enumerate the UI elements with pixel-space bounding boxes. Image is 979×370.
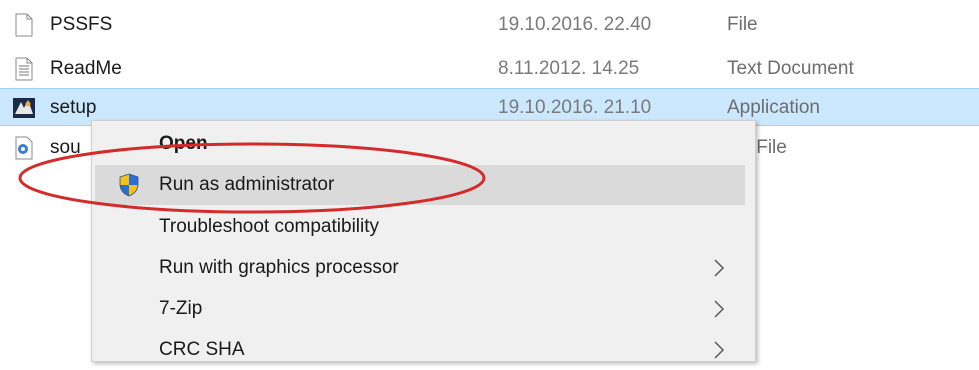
- context-menu: Open Run as administrator Troubleshoot c…: [91, 120, 756, 362]
- chevron-right-icon: [714, 300, 725, 318]
- menu-item-crc-sha[interactable]: CRC SHA: [95, 330, 745, 370]
- menu-item-open[interactable]: Open: [95, 124, 745, 164]
- menu-item-label: Run as administrator: [159, 174, 335, 195]
- blank-file-icon: [15, 13, 33, 37]
- text-document-icon: [15, 57, 33, 81]
- menu-item-label: Troubleshoot compatibility: [159, 216, 380, 237]
- file-row[interactable]: ReadMe 8.11.2012. 14.25 Text Document: [0, 50, 979, 88]
- chevron-right-icon: [714, 341, 725, 359]
- chevron-right-icon: [714, 259, 725, 277]
- uac-shield-icon: [119, 173, 139, 197]
- file-type: File: [727, 14, 758, 35]
- audio-file-icon: [15, 136, 33, 160]
- menu-item-label: Open: [159, 133, 208, 154]
- menu-item-label: 7-Zip: [159, 298, 203, 319]
- file-name: sou: [50, 137, 81, 158]
- menu-item-7-zip[interactable]: 7-Zip: [95, 289, 745, 329]
- file-row[interactable]: PSSFS 19.10.2016. 22.40 File: [0, 6, 979, 44]
- menu-item-run-with-graphics-processor[interactable]: Run with graphics processor: [95, 248, 745, 288]
- file-name: PSSFS: [50, 14, 113, 35]
- menu-item-run-as-administrator[interactable]: Run as administrator: [95, 165, 745, 205]
- menu-item-label: Run with graphics processor: [159, 257, 399, 278]
- file-type: Text Document: [727, 58, 854, 79]
- file-type: Application: [727, 97, 820, 118]
- file-name: setup: [50, 97, 97, 118]
- application-icon: [13, 98, 35, 118]
- menu-item-troubleshoot-compatibility[interactable]: Troubleshoot compatibility: [95, 207, 745, 247]
- file-date: 19.10.2016. 22.40: [498, 14, 652, 35]
- file-date: 19.10.2016. 21.10: [498, 97, 652, 118]
- file-date: 8.11.2012. 14.25: [498, 58, 640, 79]
- file-name: ReadMe: [50, 58, 122, 79]
- menu-item-label: CRC SHA: [159, 339, 245, 360]
